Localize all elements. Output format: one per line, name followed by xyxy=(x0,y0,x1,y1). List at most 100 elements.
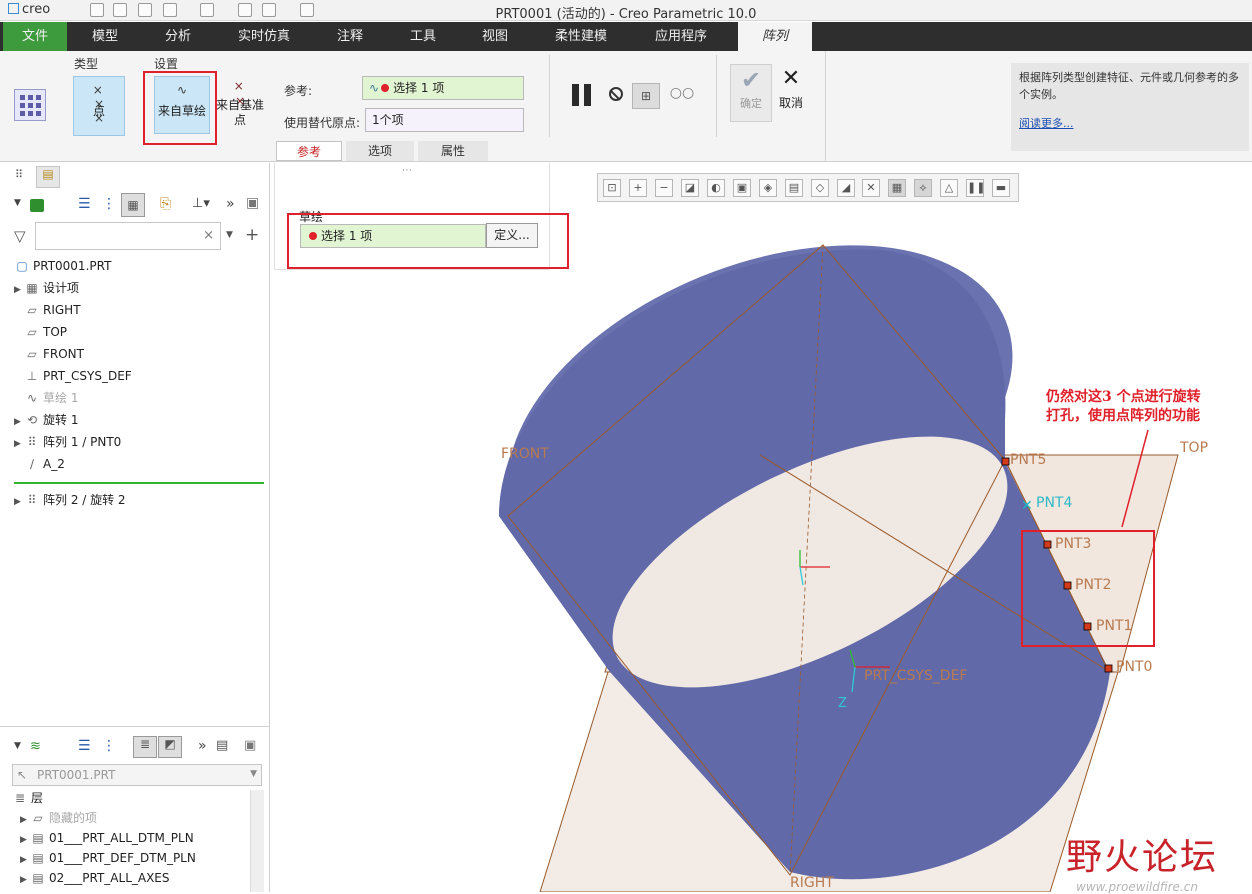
view-manager-icon[interactable]: ▤ xyxy=(785,179,803,197)
collapse-arrow-icon[interactable]: ▼ xyxy=(14,198,21,208)
layer-more-icon[interactable]: » xyxy=(198,738,207,754)
cancel-button[interactable]: ✕ 取消 xyxy=(776,64,806,122)
tree-item[interactable]: ▱ RIGHT xyxy=(14,300,80,320)
perspective-icon[interactable]: ◐ xyxy=(707,179,725,197)
tree-item[interactable]: ∕ A_2 xyxy=(14,454,65,474)
tab-flexible-modeling[interactable]: 柔性建模 xyxy=(538,22,624,51)
tree-export-icon[interactable]: ▣ xyxy=(246,195,259,211)
tree-root[interactable]: ▢ PRT0001.PRT xyxy=(14,256,111,276)
reference-collector[interactable]: ∿ 选择 1 项 xyxy=(362,76,524,100)
no-preview-icon[interactable] xyxy=(609,87,623,101)
annotation-display-icon[interactable]: ▦ xyxy=(888,179,906,197)
folder-tab-icon[interactable]: ▤ xyxy=(36,166,60,188)
pnt1-marker[interactable] xyxy=(1083,622,1092,631)
tree-search-input[interactable]: × xyxy=(35,222,221,250)
zoom-in-icon[interactable]: + xyxy=(629,179,647,197)
layer-hide-icon[interactable]: ◩ xyxy=(158,736,182,758)
pnt4-marker[interactable]: ✕ xyxy=(1021,498,1033,514)
tree-columns-icon[interactable]: ⋮ xyxy=(102,196,116,212)
tree-item[interactable]: ▱ TOP xyxy=(14,322,67,342)
refit-icon[interactable]: ⊡ xyxy=(603,179,621,197)
expand-arrow-icon[interactable]: ▶ xyxy=(20,830,30,850)
tab-file[interactable]: 文件 xyxy=(3,22,67,51)
pnt2-marker[interactable] xyxy=(1063,581,1072,590)
alt-origin-collector[interactable]: 1个项 xyxy=(365,108,524,132)
verify-glasses-icon[interactable]: ○○ xyxy=(667,85,697,107)
add-icon[interactable]: + xyxy=(245,225,259,245)
insert-indicator[interactable] xyxy=(14,482,264,484)
type-point-button[interactable]: × × × 点 xyxy=(73,76,125,136)
pnt0-marker[interactable] xyxy=(1104,664,1113,673)
saved-orientations-icon[interactable]: ◈ xyxy=(759,179,777,197)
tab-pattern[interactable]: 阵列 xyxy=(738,22,812,51)
tab-view[interactable]: 视图 xyxy=(464,22,526,51)
ok-button[interactable]: ✔ 确定 xyxy=(730,64,772,122)
filter-icon[interactable]: ▽ xyxy=(14,227,26,245)
expand-arrow-icon[interactable]: ▶ xyxy=(20,850,30,870)
layer-icon[interactable]: ≋ xyxy=(30,739,41,754)
pause-animation-icon[interactable]: ❚❚ xyxy=(966,179,985,197)
clear-icon[interactable]: × xyxy=(203,228,214,243)
layer-item[interactable]: ▶ ▤ 01___PRT_ALL_DTM_PLN xyxy=(20,828,194,848)
model-tree-tab-icon[interactable]: ⠿ xyxy=(10,168,28,186)
viewport-canvas[interactable]: ✕ xyxy=(272,205,1252,892)
subtab-options[interactable]: 选项 xyxy=(346,141,414,161)
expand-arrow-icon[interactable]: ▶ xyxy=(14,412,24,432)
layer-heading[interactable]: ≣ 层 xyxy=(12,788,43,808)
tab-live-simulation[interactable]: 实时仿真 xyxy=(222,22,306,51)
feature-preview-icon[interactable]: ⊞ xyxy=(632,83,660,109)
section-icon[interactable]: ◇ xyxy=(811,179,829,197)
expand-arrow-icon[interactable]: ▶ xyxy=(20,870,30,890)
csys-display-icon[interactable]: ⟡ xyxy=(914,179,932,197)
layer-export-icon[interactable]: ▣ xyxy=(244,738,256,753)
tab-analysis[interactable]: 分析 xyxy=(145,22,211,51)
tree-item[interactable]: ▶ ⟲ 旋转 1 xyxy=(14,410,78,430)
tab-tools[interactable]: 工具 xyxy=(392,22,454,51)
tab-applications[interactable]: 应用程序 xyxy=(638,22,724,51)
tab-annotate[interactable]: 注释 xyxy=(318,22,382,51)
tree-list-icon[interactable]: ☰ xyxy=(78,196,91,212)
more-icon[interactable]: » xyxy=(226,196,235,212)
tree-settings-icon[interactable]: ▦ xyxy=(121,193,145,217)
layer-collapse-icon[interactable]: ▼ xyxy=(14,741,21,751)
show-icon[interactable]: ⊥▾ xyxy=(192,196,210,211)
model-icon[interactable] xyxy=(30,199,44,212)
render-icon[interactable]: ▬ xyxy=(992,179,1010,197)
from-datum-point-button[interactable]: × × 来自基准 点 xyxy=(212,76,268,134)
layer-item[interactable]: ▶ ▤ 01___PRT_DEF_DTM_PLN xyxy=(20,848,196,868)
layer-item[interactable]: ▶ ▤ 02___PRT_ALL_AXES xyxy=(20,868,170,888)
pause-icon[interactable] xyxy=(570,84,594,106)
layer-columns-icon[interactable]: ⋮ xyxy=(102,738,116,754)
layer-scrollbar[interactable] xyxy=(250,790,264,892)
subtab-references[interactable]: 参考 xyxy=(276,141,342,161)
layer-model-select[interactable]: ↖ PRT0001.PRT ▼ xyxy=(12,764,262,786)
expand-arrow-icon[interactable]: ▶ xyxy=(14,492,24,512)
tree-item[interactable]: ▶ ▦ 设计项 xyxy=(14,278,79,298)
tree-item[interactable]: ∿ 草绘 1 xyxy=(14,388,78,408)
expand-arrow-icon[interactable]: ▶ xyxy=(14,434,24,454)
pnt3-marker[interactable] xyxy=(1043,540,1052,549)
read-more-link[interactable]: 阅读更多... xyxy=(1019,117,1074,130)
tree-item[interactable]: ▶ ⠿ 阵列 1 / PNT0 xyxy=(14,432,121,452)
datum-display-icon[interactable]: ◢ xyxy=(837,179,855,197)
layer-item[interactable]: ▶ ▱ 隐藏的项 xyxy=(20,808,97,828)
tab-model[interactable]: 模型 xyxy=(72,22,138,51)
subtab-properties[interactable]: 属性 xyxy=(418,141,488,161)
layer-settings-icon[interactable]: ≣ xyxy=(133,736,157,758)
tree-item[interactable]: ⊥ PRT_CSYS_DEF xyxy=(14,366,132,386)
grip-handle-icon[interactable]: ⋯ xyxy=(402,165,412,176)
spin-center-icon[interactable]: △ xyxy=(940,179,958,197)
layer-list-icon[interactable]: ☰ xyxy=(78,738,91,754)
zoom-out-icon[interactable]: − xyxy=(655,179,673,197)
tree-item[interactable]: ▶ ⠿ 阵列 2 / 旋转 2 xyxy=(14,490,126,510)
display-style-icon[interactable]: ▣ xyxy=(733,179,751,197)
tree-filter-icon[interactable]: ⎘ xyxy=(160,196,171,212)
point-display-icon[interactable]: ✕ xyxy=(862,179,880,197)
expand-arrow-icon[interactable]: ▶ xyxy=(20,810,30,830)
expand-arrow-icon[interactable]: ▶ xyxy=(14,280,24,300)
pnt5-marker[interactable] xyxy=(1001,457,1010,466)
layer-props-icon[interactable]: ▤ xyxy=(216,738,228,753)
repaint-icon[interactable]: ◪ xyxy=(681,179,699,197)
search-options-icon[interactable]: ▼ xyxy=(226,230,233,240)
tree-item[interactable]: ▱ FRONT xyxy=(14,344,84,364)
